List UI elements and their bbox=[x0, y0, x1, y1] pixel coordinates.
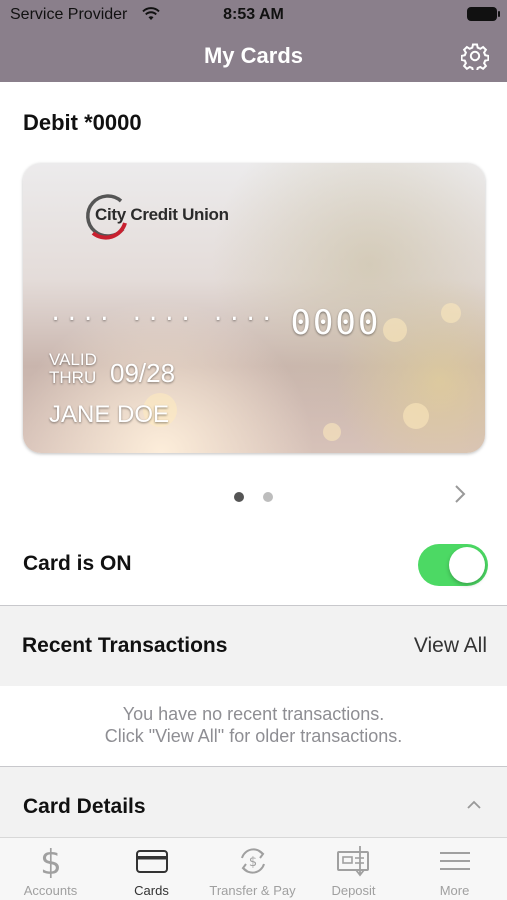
valid-label: VALID bbox=[49, 350, 97, 369]
nav-bar: My Cards bbox=[0, 30, 507, 82]
toggle-knob bbox=[449, 547, 485, 583]
tab-label: Accounts bbox=[23, 883, 78, 898]
battery-icon bbox=[467, 7, 500, 21]
card-on-toggle[interactable] bbox=[418, 544, 488, 586]
status-bar: Service Provider 8:53 AM bbox=[0, 0, 507, 30]
last-four-digits: 0000 bbox=[290, 303, 381, 343]
page-indicator[interactable] bbox=[262, 492, 273, 502]
card-background-bokeh bbox=[323, 423, 341, 441]
recent-transactions-title: Recent Transactions bbox=[22, 634, 228, 657]
empty-message-line: Click "View All" for older transactions. bbox=[104, 726, 403, 746]
tab-label: More bbox=[439, 883, 470, 898]
chevron-up-icon[interactable] bbox=[466, 800, 482, 810]
view-all-link[interactable]: View All bbox=[414, 634, 487, 658]
valid-thru-label: VALID THRU bbox=[49, 351, 97, 387]
svg-text:$: $ bbox=[40, 844, 62, 878]
issuer-name: City Credit Union bbox=[95, 205, 229, 224]
check-deposit-icon bbox=[337, 846, 369, 877]
tab-transfer-pay[interactable]: $ Transfer & Pay bbox=[202, 838, 303, 900]
card-number: ···· ···· ···· 0000 bbox=[49, 303, 380, 343]
tab-accounts[interactable]: $ Accounts bbox=[0, 838, 101, 900]
masked-digits: ···· ···· ···· bbox=[49, 307, 277, 332]
card-background-bokeh bbox=[441, 303, 461, 323]
tab-label: Transfer & Pay bbox=[209, 883, 296, 898]
page-indicator-active[interactable] bbox=[234, 492, 245, 502]
thru-label: THRU bbox=[49, 368, 97, 387]
tab-label: Cards bbox=[134, 883, 169, 898]
tab-label: Deposit bbox=[331, 883, 376, 898]
tab-more[interactable]: More bbox=[404, 838, 505, 900]
tab-bar: $ Accounts Cards $ Transfer & Pay Deposi… bbox=[0, 837, 507, 900]
debit-card-image[interactable]: City Credit Union ···· ···· ···· 0000 VAL… bbox=[23, 163, 485, 453]
card-background-bokeh bbox=[383, 318, 407, 342]
clock: 8:53 AM bbox=[223, 6, 284, 23]
tab-deposit[interactable]: Deposit bbox=[303, 838, 404, 900]
card-details-section[interactable]: Card Details bbox=[0, 767, 507, 837]
card-background-bokeh bbox=[403, 403, 429, 429]
svg-text:$: $ bbox=[249, 855, 257, 870]
dollar-icon: $ bbox=[40, 844, 62, 878]
gear-icon[interactable] bbox=[461, 42, 489, 70]
recent-transactions-header: Recent Transactions View All bbox=[0, 606, 507, 686]
expiry-date: 09/28 bbox=[110, 358, 176, 388]
empty-transactions-message: You have no recent transactions. Click "… bbox=[0, 703, 507, 747]
card-pager[interactable] bbox=[0, 489, 507, 502]
page-title: My Cards bbox=[203, 43, 304, 68]
card-name-heading: Debit *0000 bbox=[23, 110, 142, 135]
card-details-title: Card Details bbox=[23, 795, 146, 818]
empty-message-line: You have no recent transactions. bbox=[122, 704, 385, 724]
card-icon bbox=[136, 850, 168, 873]
chevron-right-icon[interactable] bbox=[453, 483, 467, 505]
cardholder-name: JANE DOE bbox=[49, 401, 170, 428]
card-status-label: Card is ON bbox=[23, 552, 132, 575]
menu-icon bbox=[440, 852, 470, 870]
transfer-icon: $ bbox=[241, 848, 265, 874]
tab-cards[interactable]: Cards bbox=[101, 838, 202, 900]
